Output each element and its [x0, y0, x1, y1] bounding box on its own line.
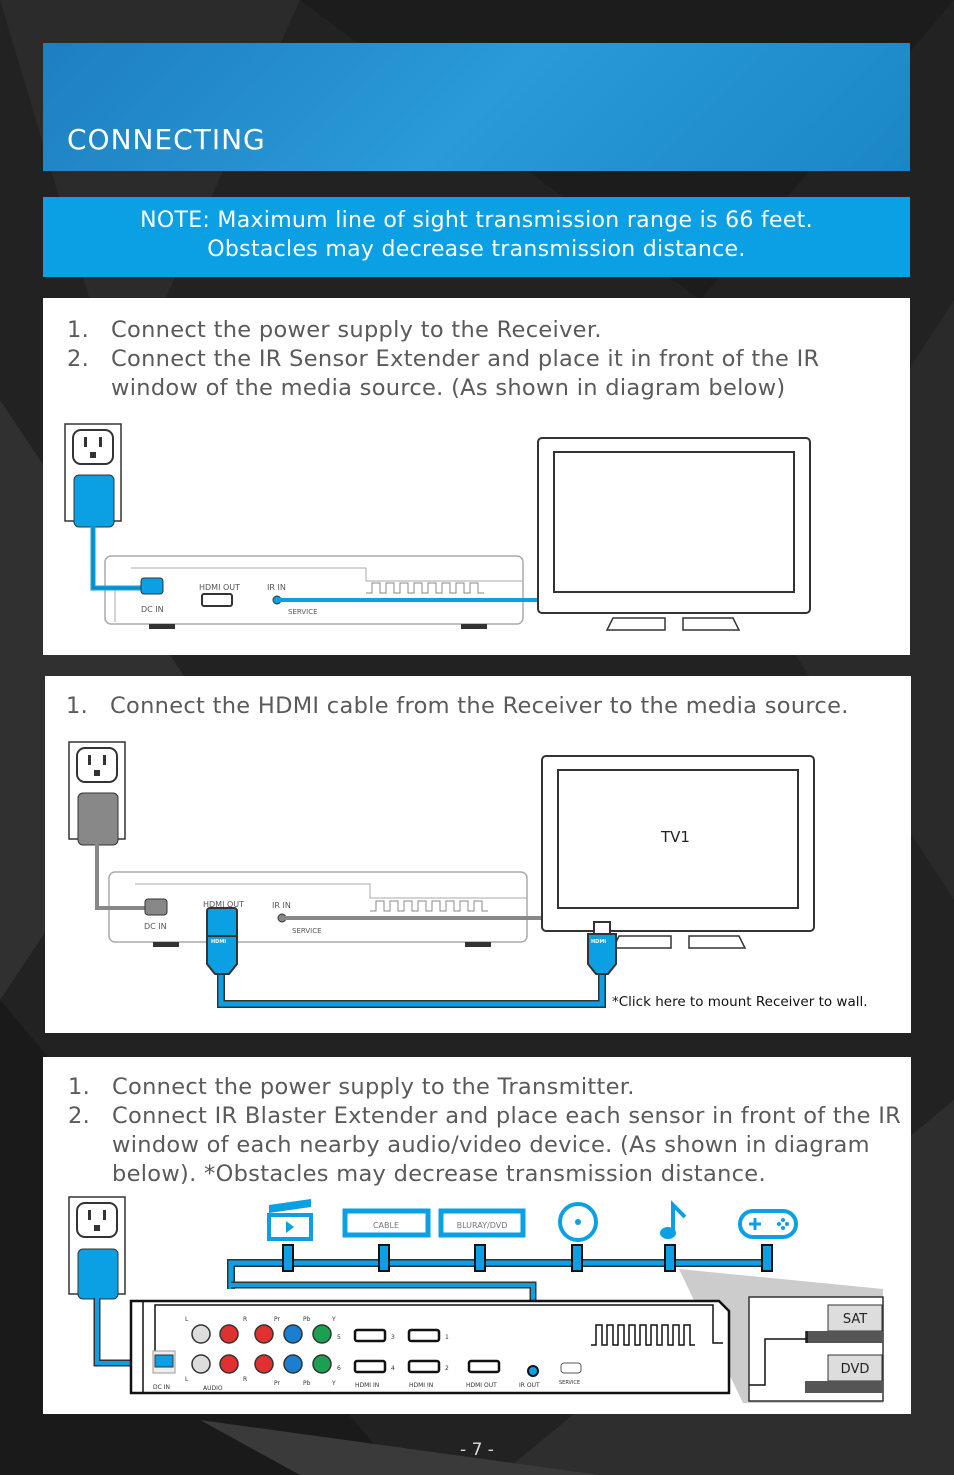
- transmitter-box: [129, 1299, 731, 1395]
- svg-text:IR IN: IR IN: [272, 901, 291, 910]
- panel-transmitter: 1. Connect the power supply to the Transm…: [43, 1057, 911, 1414]
- svg-text:SERVICE: SERVICE: [292, 927, 322, 935]
- hdmi-diagram: DC IN HDMI OUT IR IN SERVICE TV1 HDMI HD…: [68, 741, 815, 1008]
- receiver-diagram: DC IN HDMI OUT IR IN SERVICE: [64, 423, 811, 631]
- svg-text:IR IN: IR IN: [267, 583, 286, 592]
- svg-text:DC IN: DC IN: [144, 922, 167, 931]
- music-note-icon: [660, 1200, 687, 1239]
- svg-text:AUDIO: AUDIO: [203, 1385, 223, 1392]
- transmitter-diagram: CABLE BLURAY/DVD DC INL RL R AUDIO Pr Pb Y P…: [68, 1196, 884, 1403]
- disc-icon: [558, 1202, 598, 1242]
- svg-text:HDMI: HDMI: [591, 939, 606, 945]
- svg-text:HDMI IN: HDMI IN: [409, 1382, 433, 1389]
- svg-text:Y: Y: [331, 1316, 336, 1323]
- svg-text:Pr: Pr: [274, 1316, 281, 1323]
- game-controller-icon: [738, 1209, 798, 1239]
- svg-text:Y: Y: [331, 1380, 336, 1387]
- mount-receiver-link[interactable]: *Click here to mount Receiver to wall.: [612, 994, 868, 1010]
- svg-text:R: R: [243, 1376, 247, 1383]
- svg-text:SERVICE: SERVICE: [288, 608, 318, 616]
- svg-text:DC IN: DC IN: [153, 1384, 170, 1391]
- svg-text:5: 5: [337, 1334, 341, 1341]
- svg-text:CABLE: CABLE: [373, 1221, 399, 1230]
- hdmi-plug-icon: HDMI: [206, 907, 238, 975]
- svg-text:Pb: Pb: [303, 1380, 311, 1387]
- steps-list: 1. Connect the power supply to the Receiv…: [67, 316, 867, 403]
- svg-text:HDMI IN: HDMI IN: [355, 1382, 379, 1389]
- svg-text:BLURAY/DVD: BLURAY/DVD: [457, 1221, 508, 1230]
- svg-text:4: 4: [391, 1365, 395, 1372]
- step: 1. Connect the power supply to the Receiv…: [67, 317, 602, 343]
- steps-list: 1. Connect the HDMI cable from the Receiv…: [66, 692, 906, 721]
- svg-text:HDMI: HDMI: [211, 939, 226, 945]
- sat-label: SAT: [843, 1312, 867, 1327]
- note-line-2: Obstacles may decrease transmission dist…: [207, 237, 746, 262]
- step: 2. Connect IR Blaster Extender and place …: [68, 1103, 902, 1187]
- svg-text:1: 1: [445, 1334, 449, 1341]
- movie-clapper-icon: [267, 1199, 313, 1241]
- panel-receiver-power: 1. Connect the power supply to the Receiv…: [43, 298, 910, 655]
- svg-text:HDMI OUT: HDMI OUT: [199, 583, 240, 592]
- svg-text:3: 3: [391, 1334, 395, 1341]
- note-line-1: NOTE: Maximum line of sight transmission…: [140, 208, 813, 233]
- tv-icon: [537, 437, 811, 631]
- svg-text:DC IN: DC IN: [141, 605, 164, 614]
- step: 1. Connect the HDMI cable from the Receiv…: [66, 693, 849, 719]
- svg-text:HDMI OUT: HDMI OUT: [466, 1382, 497, 1389]
- svg-text:IR OUT: IR OUT: [519, 1382, 540, 1389]
- svg-text:6: 6: [337, 1365, 341, 1372]
- svg-text:2: 2: [445, 1365, 449, 1372]
- steps-list: 1. Connect the power supply to the Transm…: [68, 1073, 908, 1189]
- step: 2. Connect the IR Sensor Extender and pla…: [67, 346, 820, 401]
- note-banner: NOTE: Maximum line of sight transmission…: [43, 197, 910, 277]
- hdmi-port-icon: [201, 593, 233, 607]
- svg-text:SERVICE: SERVICE: [559, 1380, 580, 1386]
- page-title: CONNECTING: [67, 123, 266, 156]
- svg-text:Pb: Pb: [303, 1316, 311, 1323]
- section-header: CONNECTING: [43, 43, 910, 171]
- power-adapter: [73, 474, 115, 528]
- page-number: - 7 -: [460, 1440, 494, 1460]
- dvd-label: DVD: [841, 1362, 870, 1377]
- panel-hdmi-connection: 1. Connect the HDMI cable from the Receiv…: [45, 676, 911, 1033]
- tv-icon: [541, 755, 815, 949]
- svg-text:R: R: [243, 1316, 247, 1323]
- step: 1. Connect the power supply to the Transm…: [68, 1074, 635, 1100]
- tv-label: TV1: [660, 828, 690, 846]
- svg-text:Pr: Pr: [274, 1380, 281, 1387]
